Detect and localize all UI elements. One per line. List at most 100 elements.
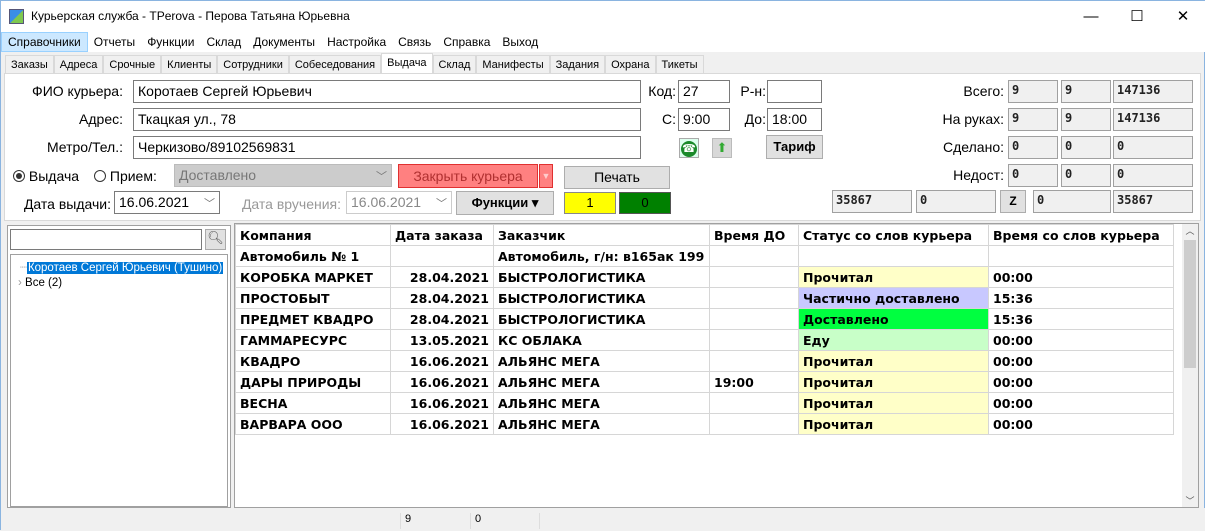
close-button[interactable]: ✕ [1160,1,1205,32]
z-button[interactable]: Z [1000,190,1026,213]
tree-item-all[interactable]: › Все (2) [18,277,62,289]
cell-time-due[interactable] [709,245,799,267]
table-row[interactable]: КВАДРО 16.06.2021 АЛЬЯНС МЕГА Прочитал 00:00 [235,350,1174,372]
cell-customer[interactable]: АЛЬЯНС МЕГА [493,350,710,372]
cell-company[interactable]: ПРОСТОБЫТ [235,287,391,309]
cell-order-date[interactable]: 28.04.2021 [390,308,494,330]
cell-company[interactable]: ДАРЫ ПРИРОДЫ [235,371,391,393]
cell-time-due[interactable] [709,266,799,288]
code-input[interactable]: 27 [678,80,730,103]
menu-8[interactable]: Выход [496,33,544,53]
column-header[interactable]: Дата заказа [390,224,494,246]
cell-courier-time[interactable]: 15:36 [988,308,1174,330]
cell-courier-status[interactable]: Прочитал [798,413,989,435]
cell-time-due[interactable] [709,350,799,372]
maximize-button[interactable]: ☐ [1114,1,1160,32]
cell-time-due[interactable] [709,392,799,414]
cell-courier-status[interactable]: Прочитал [798,392,989,414]
tab-8[interactable]: Манифесты [476,55,550,74]
cell-courier-status[interactable]: Еду [798,329,989,351]
cell-courier-status[interactable]: Частично доставлено [798,287,989,309]
cell-company[interactable]: Автомобиль № 1 [235,245,391,267]
close-courier-dropdown[interactable]: ▼ [539,164,553,188]
table-row[interactable]: Автомобиль № 1 Автомобиль, г/н: в165ак 19… [235,245,1174,267]
tab-3[interactable]: Клиенты [161,55,218,74]
cell-customer[interactable]: КС ОБЛАКА [493,329,710,351]
from-input[interactable]: 9:00 [678,108,730,131]
cell-courier-time[interactable] [988,245,1174,267]
metro-input[interactable]: Черкизово/89102569831 [133,136,641,159]
cell-time-due[interactable] [709,413,799,435]
cell-order-date[interactable] [390,245,494,267]
table-row[interactable]: ГАММАРЕСУРС 13.05.2021 КС ОБЛАКА Еду 00:00 [235,329,1174,351]
vertical-scrollbar[interactable]: ︿ ﹀ [1182,224,1198,507]
table-row[interactable]: ДАРЫ ПРИРОДЫ 16.06.2021 АЛЬЯНС МЕГА 19:00 Пр… [235,371,1174,393]
minimize-button[interactable]: — [1068,1,1114,32]
tab-1[interactable]: Адреса [53,55,104,74]
cell-company[interactable]: ПРЕДМЕТ КВАДРО [235,308,391,330]
tree-search-input[interactable] [10,229,202,250]
table-row[interactable]: ПРЕДМЕТ КВАДРО 28.04.2021 БЫСТРОЛОГИСТИКА Д… [235,308,1174,330]
tab-5[interactable]: Собеседования [288,55,382,74]
cell-customer[interactable]: АЛЬЯНС МЕГА [493,392,710,414]
search-button[interactable]: 🔍︎ [205,229,226,250]
tree-item-courier[interactable]: ┈Коротаев Сергей Юрьевич (Тушино) [20,260,224,274]
cell-order-date[interactable]: 16.06.2021 [390,371,494,393]
cell-company[interactable]: КОРОБКА МАРКЕТ [235,266,391,288]
cell-company[interactable]: КВАДРО [235,350,391,372]
column-header[interactable]: Время ДО [709,224,799,246]
fio-input[interactable]: Коротаев Сергей Юрьевич [133,80,641,103]
menu-3[interactable]: Склад [200,33,247,53]
cell-courier-time[interactable]: 00:00 [988,392,1174,414]
issue-date-picker[interactable]: 16.06.2021 ﹀ [114,191,220,214]
tab-4[interactable]: Сотрудники [217,55,289,74]
tab-6[interactable]: Выдача [381,53,433,74]
cell-customer[interactable]: АЛЬЯНС МЕГА [493,371,710,393]
district-input[interactable] [767,80,822,103]
cell-company[interactable]: ВЕСНА [235,392,391,414]
menu-2[interactable]: Функции [141,33,200,53]
cell-time-due[interactable] [709,329,799,351]
table-row[interactable]: ПРОСТОБЫТ 28.04.2021 БЫСТРОЛОГИСТИКА Частич… [235,287,1174,309]
radio-receive[interactable]: Прием: [94,168,157,184]
address-input[interactable]: Ткацкая ул., 78 [133,108,641,131]
table-row[interactable]: ВЕСНА 16.06.2021 АЛЬЯНС МЕГА Прочитал 00:00 [235,392,1174,414]
menu-5[interactable]: Настройка [321,33,392,53]
cell-courier-time[interactable]: 00:00 [988,350,1174,372]
cell-courier-status[interactable]: Прочитал [798,371,989,393]
tab-10[interactable]: Охрана [605,55,656,74]
cell-order-date[interactable]: 16.06.2021 [390,350,494,372]
column-header[interactable]: Время со слов курьера [988,224,1174,246]
cell-courier-time[interactable]: 00:00 [988,329,1174,351]
cell-customer[interactable]: БЫСТРОЛОГИСТИКА [493,287,710,309]
scroll-thumb[interactable] [1184,240,1196,368]
tariff-button[interactable]: Тариф [766,135,823,159]
cell-time-due[interactable]: 19:00 [709,371,799,393]
cell-company[interactable]: ГАММАРЕСУРС [235,329,391,351]
table-row[interactable]: КОРОБКА МАРКЕТ 28.04.2021 БЫСТРОЛОГИСТИКА П… [235,266,1174,288]
radio-issue[interactable]: Выдача [13,168,79,184]
table-row[interactable]: ВАРВАРА ООО 16.06.2021 АЛЬЯНС МЕГА Прочитал… [235,413,1174,435]
tab-2[interactable]: Срочные [103,55,162,74]
cell-customer[interactable]: Автомобиль, г/н: в165ак 199 [493,245,710,267]
menu-7[interactable]: Справка [437,33,496,53]
to-input[interactable]: 18:00 [767,108,822,131]
cell-customer[interactable]: БЫСТРОЛОГИСТИКА [493,266,710,288]
cell-courier-status[interactable] [798,245,989,267]
menu-0[interactable]: Справочники [1,32,88,52]
yellow-counter-button[interactable]: 1 [564,192,616,214]
column-header[interactable]: Заказчик [493,224,710,246]
print-button[interactable]: Печать [564,166,670,189]
cell-order-date[interactable]: 13.05.2021 [390,329,494,351]
menu-4[interactable]: Документы [247,33,321,53]
delivery-date-picker[interactable]: 16.06.2021 ﹀ [346,191,452,214]
cell-time-due[interactable] [709,287,799,309]
cell-customer[interactable]: АЛЬЯНС МЕГА [493,413,710,435]
menu-6[interactable]: Связь [392,33,437,53]
tab-0[interactable]: Заказы [5,55,54,74]
cell-order-date[interactable]: 28.04.2021 [390,287,494,309]
tab-11[interactable]: Тикеты [655,55,704,74]
cell-customer[interactable]: БЫСТРОЛОГИСТИКА [493,308,710,330]
cell-courier-status[interactable]: Доставлено [798,308,989,330]
cell-courier-status[interactable]: Прочитал [798,266,989,288]
